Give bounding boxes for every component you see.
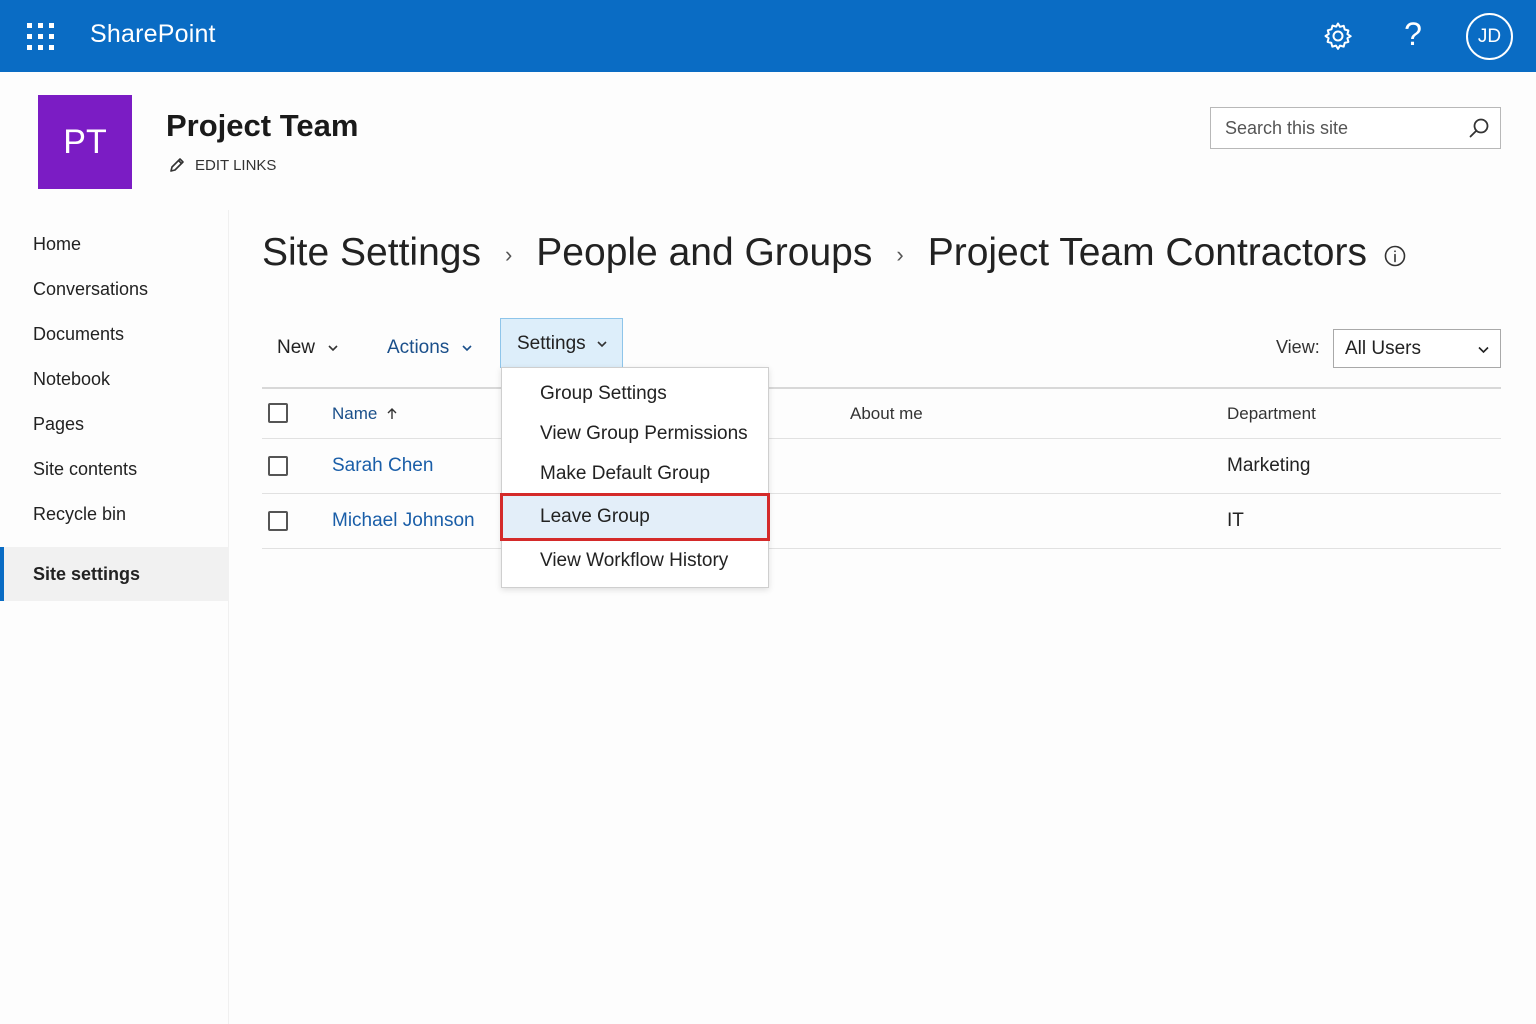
search-icon[interactable]	[1468, 117, 1490, 139]
site-logo[interactable]: PT	[38, 95, 132, 189]
view-label: View:	[1276, 337, 1320, 357]
breadcrumb-site-settings[interactable]: Site Settings	[262, 231, 481, 275]
avatar[interactable]: JD	[1466, 13, 1513, 60]
edit-links-button[interactable]: EDIT LINKS	[168, 156, 276, 174]
edit-links-label: EDIT LINKS	[195, 156, 277, 174]
arrow-up-icon	[387, 408, 397, 419]
app-launcher-icon[interactable]	[27, 23, 54, 50]
column-header-department[interactable]: Department	[1227, 404, 1316, 424]
brand-name[interactable]: SharePoint	[90, 20, 216, 49]
gear-icon[interactable]	[1322, 20, 1354, 52]
row-divider	[262, 548, 1501, 549]
menu-item-view-group-permissions[interactable]: View Group Permissions	[502, 414, 768, 454]
row-divider	[262, 438, 1501, 439]
actions-button[interactable]: Actions	[387, 330, 473, 366]
search-input[interactable]	[1225, 117, 1455, 139]
new-label: New	[277, 337, 316, 358]
nav-item-notebook[interactable]: Notebook	[0, 357, 229, 402]
user-name-link[interactable]: Michael Johnson	[332, 510, 475, 532]
chevron-down-icon	[597, 340, 607, 347]
row-checkbox[interactable]	[268, 456, 288, 476]
nav-item-home[interactable]: Home	[0, 222, 229, 267]
column-header-about-me[interactable]: About me	[850, 404, 923, 424]
menu-item-leave-group[interactable]: Leave Group	[500, 493, 770, 541]
settings-label: Settings	[517, 332, 586, 354]
nav-item-documents[interactable]: Documents	[0, 312, 229, 357]
actions-label: Actions	[387, 337, 450, 358]
info-icon[interactable]	[1383, 244, 1407, 268]
row-checkbox[interactable]	[268, 511, 288, 531]
left-navigation: Home Conversations Documents Notebook Pa…	[0, 210, 229, 1024]
menu-item-make-default-group[interactable]: Make Default Group	[502, 454, 768, 494]
department-cell: IT	[1227, 510, 1244, 531]
suite-bar: SharePoint ? JD	[0, 0, 1536, 72]
chevron-down-icon	[328, 345, 338, 352]
chevron-down-icon	[462, 345, 472, 352]
page-title: Project Team Contractors	[927, 231, 1367, 274]
department-cell: Marketing	[1227, 455, 1311, 476]
select-all-checkbox[interactable]	[268, 403, 288, 423]
settings-button[interactable]: Settings	[500, 318, 623, 368]
breadcrumb-separator: ›	[504, 242, 513, 267]
breadcrumb: Site Settings › People and Groups › Proj…	[262, 228, 1407, 278]
column-header-name-label: Name	[332, 404, 378, 423]
new-button[interactable]: New	[277, 330, 339, 366]
nav-item-recycle-bin[interactable]: Recycle bin	[0, 492, 229, 537]
site-title[interactable]: Project Team	[166, 108, 358, 144]
user-name-link[interactable]: Sarah Chen	[332, 455, 433, 477]
nav-item-conversations[interactable]: Conversations	[0, 267, 229, 312]
menu-item-view-workflow-history[interactable]: View Workflow History	[502, 541, 768, 581]
settings-menu: Group Settings View Group Permissions Ma…	[500, 367, 770, 588]
pencil-icon	[170, 158, 184, 172]
breadcrumb-people-and-groups[interactable]: People and Groups	[536, 231, 872, 275]
nav-item-site-settings[interactable]: Site settings	[0, 547, 229, 601]
help-icon[interactable]: ?	[1401, 16, 1425, 53]
nav-item-pages[interactable]: Pages	[0, 402, 229, 447]
view-select[interactable]: All Users	[1333, 329, 1501, 368]
breadcrumb-separator: ›	[896, 242, 904, 267]
row-divider	[262, 493, 1501, 494]
nav-item-site-contents[interactable]: Site contents	[0, 447, 229, 492]
column-header-name[interactable]: Name	[332, 404, 399, 424]
site-search	[1210, 107, 1501, 149]
menu-item-group-settings[interactable]: Group Settings	[502, 374, 768, 414]
chevron-down-icon	[1478, 346, 1489, 354]
view-select-value: All Users	[1345, 337, 1422, 359]
table-top-border	[262, 387, 1501, 389]
